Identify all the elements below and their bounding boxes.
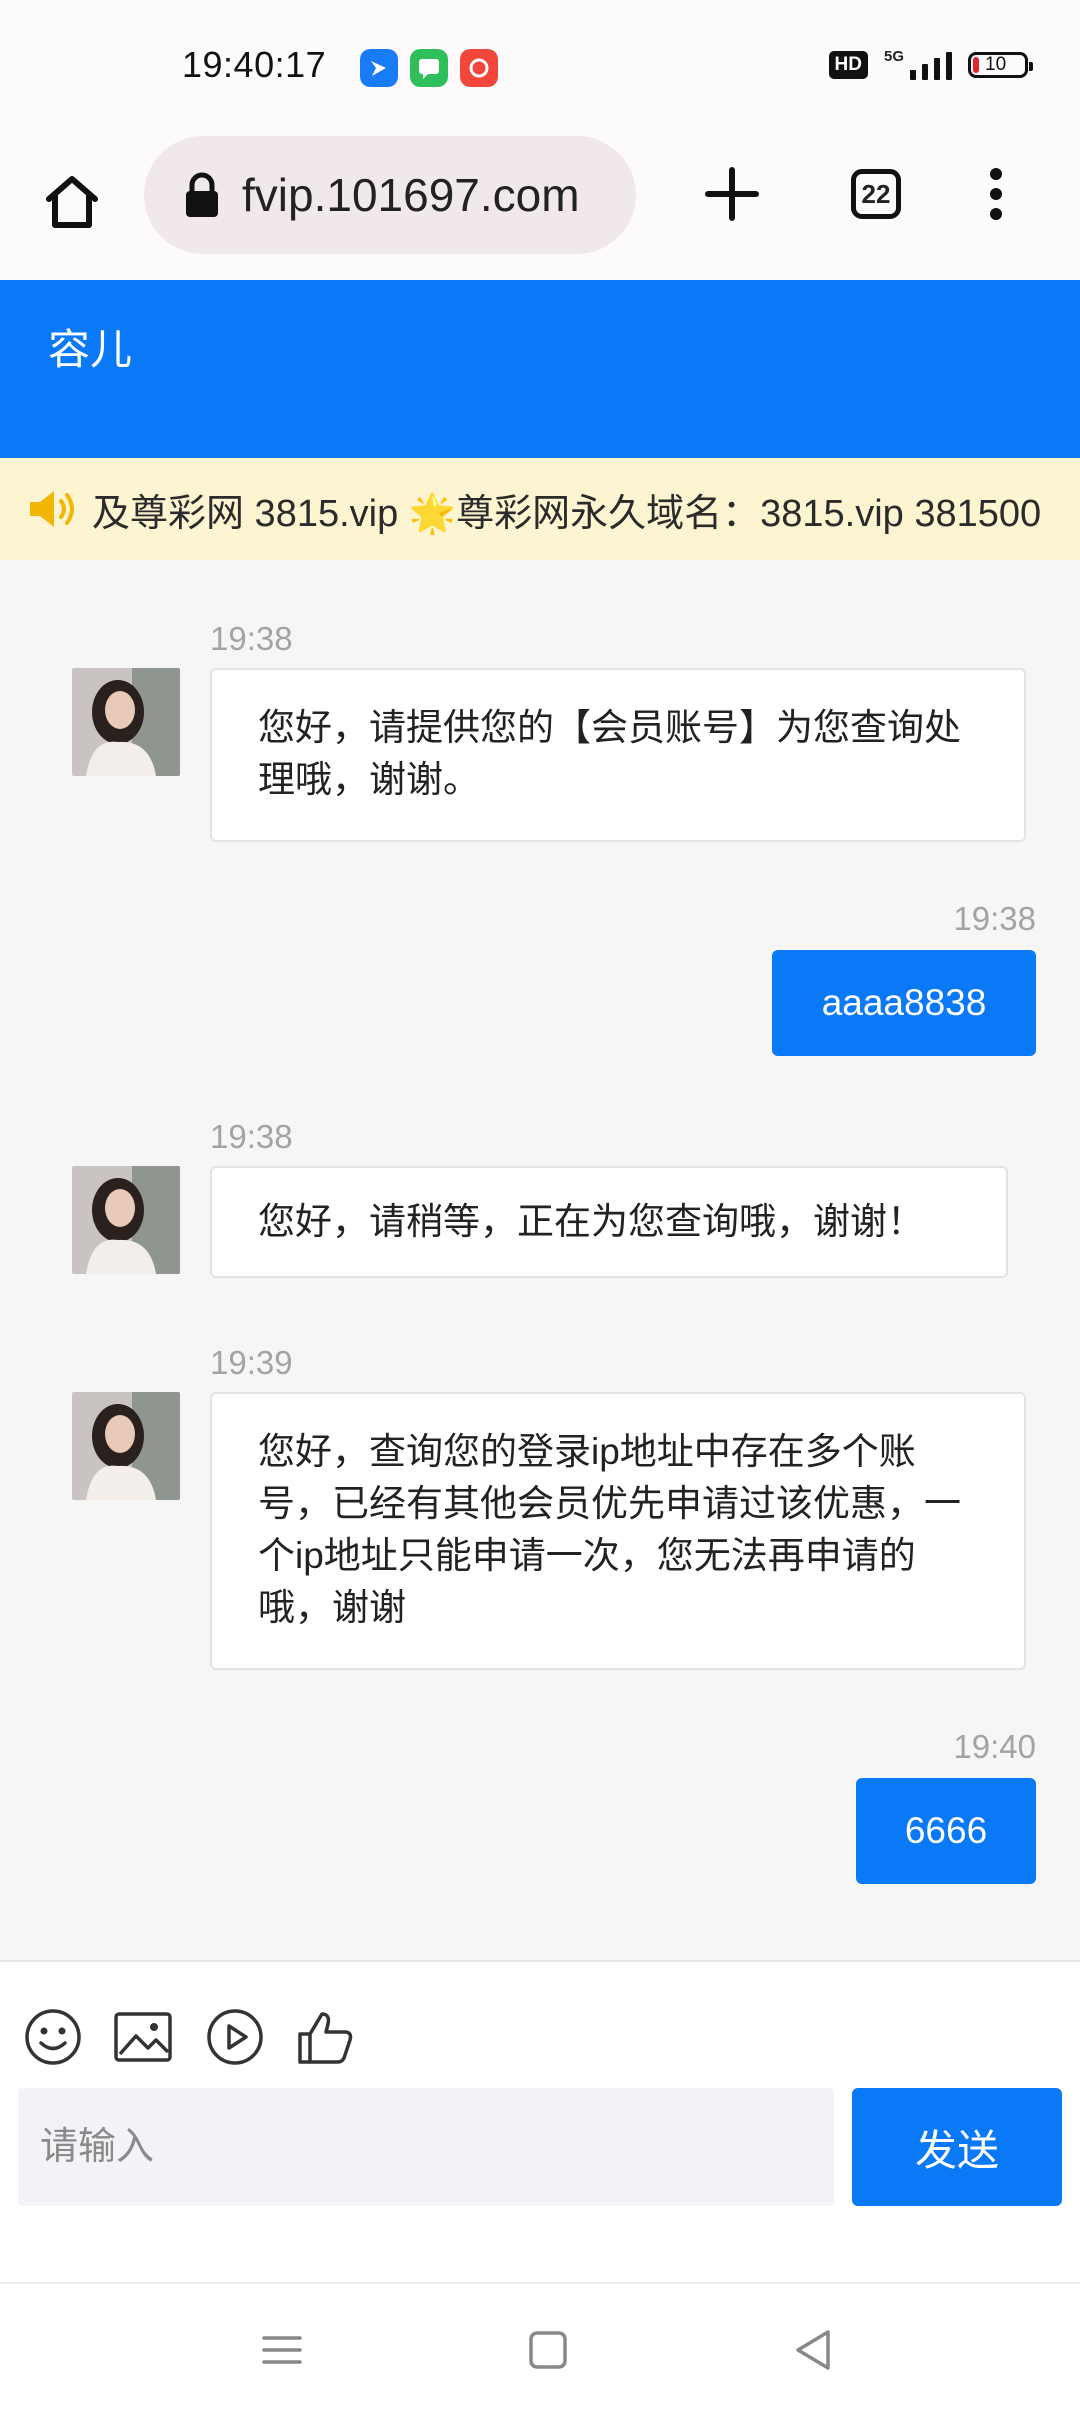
- hd-badge: HD: [828, 51, 868, 79]
- agent-message-bubble: 您好，请提供您的【会员账号】为您查询处理哦，谢谢。: [210, 668, 1026, 842]
- image-icon[interactable]: [112, 2006, 174, 2068]
- agent-avatar: [72, 1166, 180, 1274]
- new-tab-button[interactable]: [696, 158, 768, 230]
- user-message-bubble: aaaa8838: [772, 950, 1036, 1056]
- feishu-app-icon: [360, 49, 398, 87]
- message-time: 19:39: [210, 1344, 293, 1381]
- notice-text: 及尊彩网 3815.vip 🌟尊彩网永久域名：3815.vip 381500: [92, 492, 1042, 535]
- message-input[interactable]: [18, 2088, 834, 2206]
- message-time: 19:38: [210, 1118, 293, 1155]
- tabs-button[interactable]: 22: [840, 158, 912, 230]
- agent-name: 容儿: [48, 326, 133, 373]
- messages-app-icon: [410, 49, 448, 87]
- plus-icon: [705, 167, 759, 221]
- status-indicators: HD 5G 10: [828, 48, 1033, 80]
- chat-header: 容儿: [0, 280, 1080, 458]
- browser-toolbar: fvip.101697.com 22: [0, 136, 1080, 280]
- message-time: 19:38: [210, 620, 293, 657]
- notice-banner: 及尊彩网 3815.vip 🌟尊彩网永久域名：3815.vip 381500: [0, 458, 1080, 560]
- thumbs-up-icon[interactable]: [294, 2006, 356, 2068]
- battery-icon: 10: [968, 52, 1033, 78]
- battery-fill: [973, 57, 979, 73]
- menu-icon[interactable]: [252, 2320, 312, 2380]
- home-square-icon[interactable]: [518, 2320, 578, 2380]
- more-vert-icon: [990, 168, 1002, 220]
- emoji-icon[interactable]: [22, 2006, 84, 2068]
- tab-count: 22: [851, 169, 901, 219]
- battery-level: 10: [985, 54, 1007, 75]
- user-message-bubble: 6666: [856, 1778, 1036, 1884]
- back-icon[interactable]: [784, 2320, 844, 2380]
- address-bar[interactable]: fvip.101697.com: [144, 136, 636, 254]
- agent-message-bubble: 您好，查询您的登录ip地址中存在多个账号，已经有其他会员优先申请过该优惠，一个i…: [210, 1392, 1026, 1670]
- speaker-icon: [30, 491, 74, 527]
- signal-icon: 5G: [883, 48, 952, 80]
- agent-message-bubble: 您好，请稍等，正在为您查询哦，谢谢！: [210, 1166, 1008, 1278]
- status-time: 19:40:17: [182, 44, 327, 85]
- message-time: 19:40: [953, 1728, 1036, 1765]
- message-time: 19:38: [953, 900, 1036, 937]
- system-nav-bar: [0, 2282, 1080, 2414]
- lock-icon: [186, 172, 218, 217]
- message-composer: 发送: [0, 1960, 1080, 2284]
- url-text: fvip.101697.com: [242, 169, 580, 221]
- home-button[interactable]: [36, 166, 108, 238]
- red-app-icon: [460, 49, 498, 87]
- agent-avatar: [72, 668, 180, 776]
- status-bar: 19:40:17 HD 5G 10: [0, 0, 1080, 136]
- menu-button[interactable]: [960, 158, 1032, 230]
- chat-messages: 19:38 您好，请提供您的【会员账号】为您查询处理哦，谢谢。 19:38 aa…: [0, 560, 1080, 1960]
- agent-avatar: [72, 1392, 180, 1500]
- home-icon: [46, 176, 98, 228]
- network-type: 5G: [883, 48, 904, 65]
- video-icon[interactable]: [204, 2006, 266, 2068]
- send-button[interactable]: 发送: [852, 2088, 1062, 2206]
